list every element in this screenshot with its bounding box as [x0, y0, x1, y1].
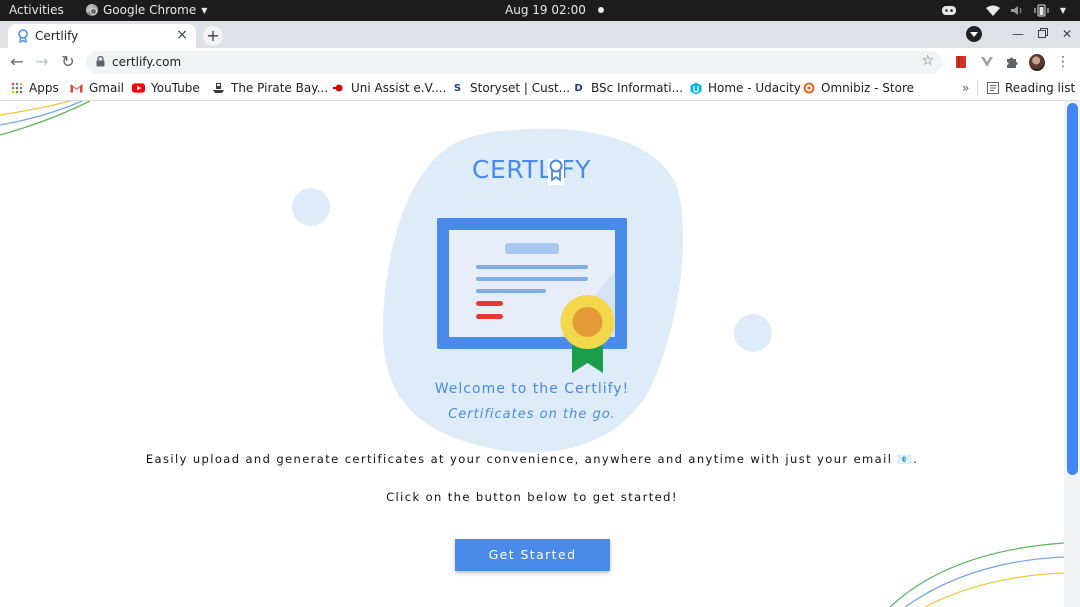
bookmark-pirate-bay[interactable]: The Pirate Bay... [212, 81, 328, 95]
menu-kebab-icon[interactable]: ⋮ [1055, 54, 1071, 70]
corner-line-yellow [0, 101, 73, 116]
forward-arrow-icon[interactable]: → [32, 52, 52, 72]
corner-line-yellow [924, 572, 1064, 607]
tab-search-icon[interactable] [965, 26, 982, 42]
battery-icon[interactable] [1034, 4, 1050, 17]
bookmark-storyset[interactable]: S Storyset | Cust... [451, 81, 570, 95]
pirate-ship-icon [212, 82, 225, 95]
welcome-heading: Welcome to the Certlify! [434, 381, 630, 397]
bookmark-youtube[interactable]: YouTube [132, 81, 200, 95]
back-arrow-icon[interactable]: ← [7, 52, 27, 72]
v-extension-icon[interactable] [979, 54, 995, 70]
tab-strip: Certlify × + — ✕ [0, 21, 1080, 48]
tagline: Certificates on the go. [448, 407, 616, 422]
bookmark-apps[interactable]: Apps [10, 81, 59, 95]
bookmarks-bar: Apps Gmail YouTube The Pirate Bay... Uni… [0, 76, 1080, 101]
bookmark-label: Apps [29, 81, 59, 95]
reading-list-button[interactable]: Reading list [986, 81, 1075, 95]
system-tray[interactable]: ▼ [941, 2, 1066, 19]
corner-line-blue [904, 556, 1064, 607]
bookmark-label: Omnibiz - Store [821, 81, 914, 95]
bookmark-gmail[interactable]: Gmail [70, 81, 124, 95]
decor-circle [292, 188, 330, 226]
bookmark-label: YouTube [151, 81, 200, 95]
bookmark-label: The Pirate Bay... [231, 81, 329, 95]
bookmarks-overflow-button[interactable]: » [962, 81, 969, 95]
overflow-label: » [962, 81, 970, 95]
tab-title: Certlify [35, 29, 79, 43]
logo-text: CERTLIFY [472, 155, 592, 184]
clock[interactable]: Aug 19 02:00 [505, 3, 604, 17]
clock-label: Aug 19 02:00 [505, 3, 586, 17]
notification-dot-icon [597, 7, 604, 13]
cta-text: Click on the button below to get started… [386, 490, 678, 504]
profile-avatar[interactable] [1029, 53, 1045, 71]
activities-button[interactable]: Activities [9, 3, 64, 17]
bookmark-star-icon[interactable]: ☆ [921, 53, 934, 69]
new-tab-button[interactable]: + [203, 26, 223, 46]
omnibiz-icon [802, 82, 815, 95]
bookmark-bsc-informatics[interactable]: D BSc Informati... [572, 81, 683, 95]
bookmark-label: Storyset | Cust... [470, 81, 571, 95]
scrollbar-thumb[interactable] [1067, 103, 1078, 475]
app-menu[interactable]: Google Chrome ▼ [86, 3, 207, 17]
close-icon[interactable]: × [176, 27, 188, 43]
url-text: certlify.com [112, 55, 182, 69]
avatar [1029, 53, 1045, 71]
address-bar[interactable]: certlify.com ☆ [86, 51, 942, 74]
bookmark-udacity[interactable]: Home - Udacity [689, 81, 801, 95]
chevron-down-icon: ▼ [201, 5, 208, 15]
bookmark-label: Gmail [89, 81, 125, 95]
window-controls: — ✕ [965, 26, 1072, 42]
get-started-button[interactable]: Get Started [455, 539, 610, 571]
extensions-puzzle-icon[interactable] [1004, 54, 1020, 70]
storyset-icon: S [453, 82, 462, 94]
youtube-icon [132, 82, 145, 95]
reading-list-icon [986, 82, 999, 95]
decor-circle [734, 314, 772, 352]
reading-list-label: Reading list [1005, 81, 1076, 95]
wifi-icon[interactable] [985, 5, 1000, 16]
system-top-bar: Activities Google Chrome ▼ Aug 19 02:00 … [0, 0, 1080, 21]
bookmark-uni-assist[interactable]: Uni Assist e.V.... [332, 81, 446, 95]
app-name-label: Google Chrome [103, 3, 197, 17]
bookmark-label: BSc Informati... [591, 81, 684, 95]
red-book-extension-icon[interactable] [953, 54, 969, 70]
uni-assist-icon [332, 82, 345, 95]
apps-grid-icon [10, 82, 23, 95]
restore-icon[interactable] [1037, 27, 1048, 41]
discord-icon[interactable] [941, 5, 956, 16]
volume-icon[interactable] [1010, 5, 1024, 16]
minimize-icon[interactable]: — [1012, 27, 1024, 41]
close-window-icon[interactable]: ✕ [1062, 27, 1072, 41]
chrome-icon [86, 4, 98, 16]
lock-icon[interactable] [96, 55, 105, 70]
bookmark-label: Uni Assist e.V.... [351, 81, 447, 95]
tab-certlify[interactable]: Certlify × [8, 24, 196, 48]
description-text: Easily upload and generate certificates … [145, 452, 919, 466]
award-ribbon-icon [548, 159, 564, 185]
bookmark-label: Home - Udacity [708, 81, 801, 95]
divider [977, 80, 978, 96]
udacity-icon [689, 82, 702, 95]
reload-icon[interactable]: ↻ [58, 52, 78, 72]
d-letter-icon: D [574, 82, 583, 94]
certlify-logo: CERTLIFY [472, 155, 602, 184]
chevron-down-icon[interactable]: ▼ [1060, 6, 1066, 15]
page-scrollbar[interactable] [1064, 101, 1080, 607]
bookmark-omnibiz[interactable]: Omnibiz - Store [802, 81, 914, 95]
certlify-favicon-icon [17, 29, 29, 46]
corner-line-green [0, 101, 91, 136]
browser-toolbar: ← → ↻ certlify.com ☆ ⋮ [0, 48, 1080, 76]
gmail-icon [70, 82, 83, 95]
web-page: CERTLIFY Welcome to the Certlify! Certif… [0, 101, 1080, 607]
